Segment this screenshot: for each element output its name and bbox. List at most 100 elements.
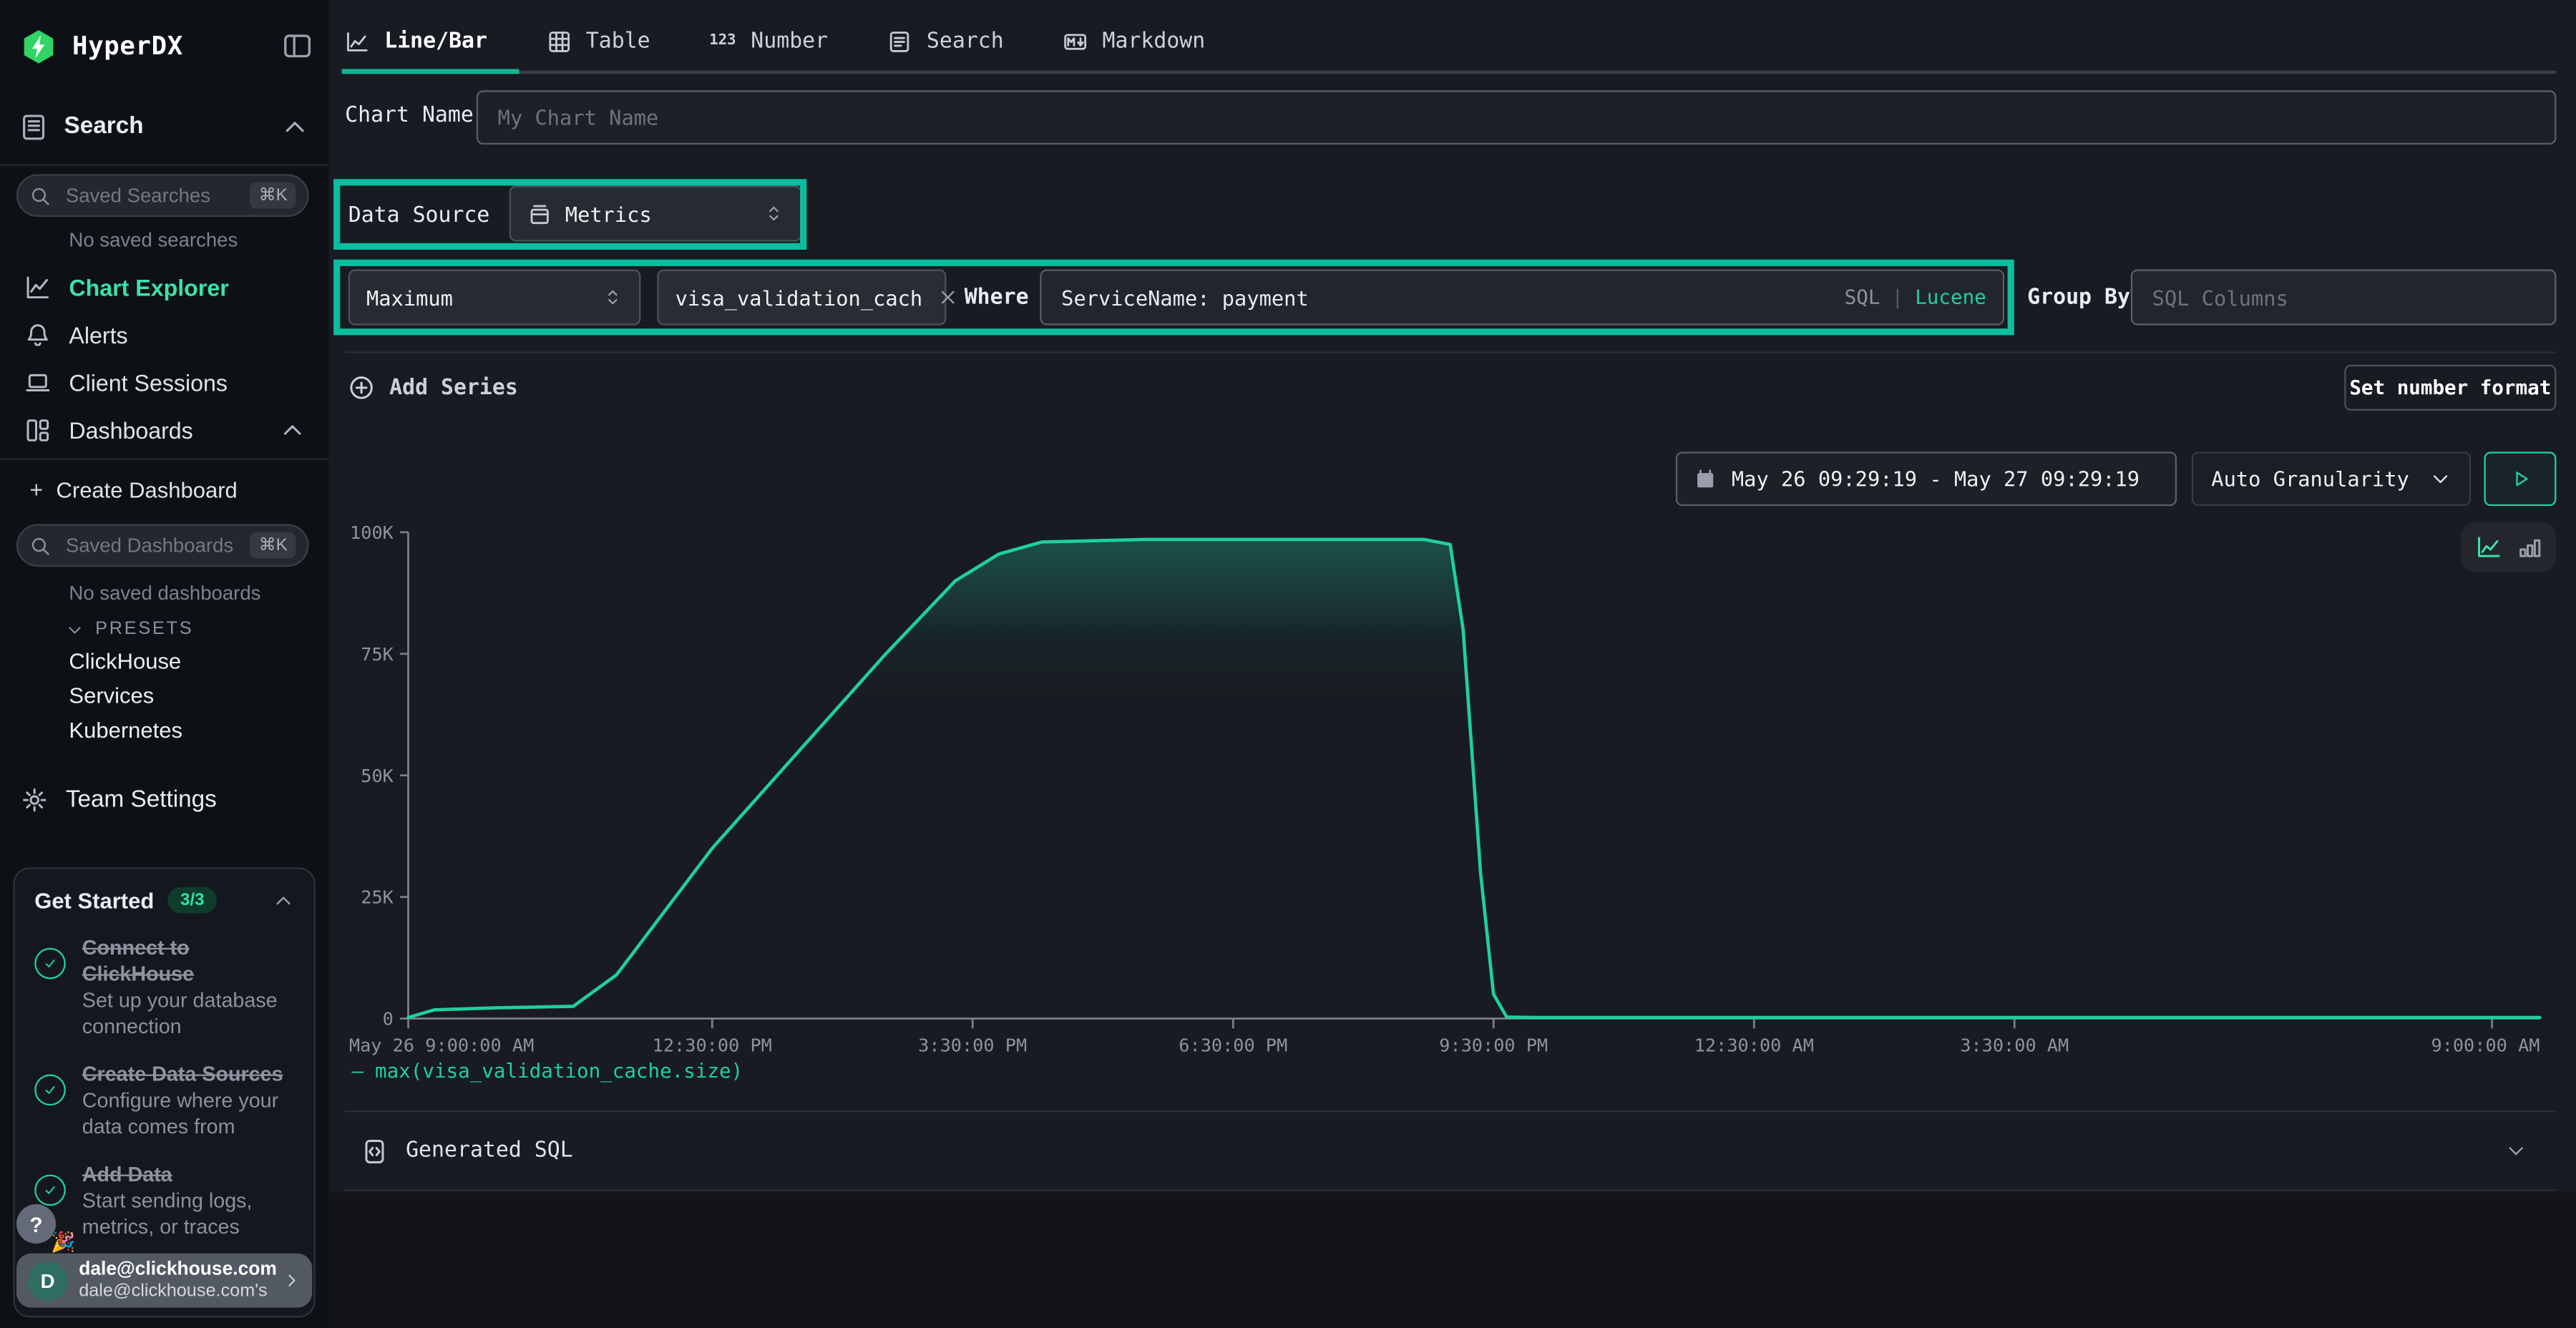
help-button[interactable]: ? — [16, 1204, 56, 1244]
aggregation-select[interactable]: Maximum — [348, 270, 641, 326]
chevron-down-icon — [2505, 1140, 2527, 1161]
divider — [345, 1189, 2556, 1191]
group-by-label: Group By — [2027, 285, 2130, 310]
tab-underline — [345, 71, 2556, 74]
divider — [0, 165, 328, 166]
chevron-up-icon[interactable] — [281, 112, 309, 140]
tab-table[interactable]: Table — [547, 29, 650, 53]
active-tab-indicator — [342, 69, 519, 74]
preset-services[interactable]: Services — [69, 685, 182, 708]
chart-name-field[interactable] — [494, 104, 2538, 132]
group-by-field[interactable] — [2149, 283, 2538, 311]
no-saved-searches-text: No saved searches — [69, 228, 238, 251]
saved-searches-input[interactable]: ⌘K — [16, 174, 309, 217]
chart-legend[interactable]: — max(visa_validation_cache.size) — [351, 1060, 743, 1083]
sidebar-item-dashboards[interactable]: Dashboards — [0, 406, 328, 454]
tab-search[interactable]: Search — [887, 29, 1004, 53]
get-started-item-create-data-sources[interactable]: Create Data SourcesConfigure where your … — [34, 1061, 294, 1140]
hyperdx-logo-icon — [20, 27, 58, 65]
tab-line-bar[interactable]: Line/Bar — [345, 29, 487, 53]
metrics-source-icon — [527, 201, 552, 225]
sidebar-item-alerts[interactable]: Alerts — [0, 311, 328, 358]
search-icon — [887, 29, 912, 53]
where-input[interactable]: SQL | Lucene — [1040, 270, 2004, 326]
sidebar-item-label: Alerts — [69, 321, 127, 348]
presets-header[interactable]: PRESETS — [66, 620, 194, 640]
tab-markdown[interactable]: Markdown — [1063, 29, 1205, 53]
metric-tag[interactable]: visa_validation_cach — [657, 270, 946, 326]
date-range-picker[interactable]: May 26 09:29:19 - May 27 09:29:19 — [1676, 451, 2177, 506]
granularity-value: Auto Granularity — [2211, 467, 2416, 491]
shortcut-badge: ⌘K — [250, 182, 296, 209]
bell-icon — [24, 321, 51, 348]
run-query-button[interactable] — [2484, 451, 2556, 506]
chevron-up-icon[interactable] — [273, 889, 294, 911]
sidebar-nav: Chart Explorer Alerts Client Sessions Dashb… — [0, 263, 328, 453]
data-source-value: Metrics — [565, 201, 751, 225]
where-field[interactable] — [1058, 283, 1845, 311]
timeseries-chart[interactable]: 100K75K50K25K0May 26 9:00:00 AM12:30:00 … — [328, 512, 2562, 1064]
chevron-up-icon[interactable] — [279, 416, 306, 443]
sidebar-section-search[interactable]: Search — [20, 102, 309, 151]
get-started-item-desc: Set up your database connection — [82, 987, 294, 1040]
plus-icon: + — [29, 477, 43, 503]
collapse-sidebar-icon[interactable] — [283, 31, 312, 61]
lucene-mode-button[interactable]: Lucene — [1915, 285, 1986, 308]
saved-dashboards-input[interactable]: ⌘K — [16, 524, 309, 567]
search-icon — [29, 185, 51, 206]
markdown-icon — [1063, 29, 1087, 53]
chevron-right-icon — [283, 1271, 301, 1289]
divider — [345, 351, 2556, 353]
sql-mode-button[interactable]: SQL — [1845, 285, 1880, 308]
legend-swatch: — — [351, 1060, 364, 1083]
granularity-select[interactable]: Auto Granularity — [2192, 451, 2471, 506]
chevron-down-icon — [2430, 468, 2451, 489]
progress-badge: 3/3 — [167, 887, 218, 914]
grid-icon — [24, 416, 51, 443]
chart-name-input[interactable] — [477, 90, 2557, 145]
get-started-header[interactable]: Get Started 3/3 — [34, 887, 294, 914]
main-content: Line/BarTable123NumberSearchMarkdown Cha… — [328, 0, 2576, 1327]
get-started-item-connect-to-clickhouse[interactable]: Connect to ClickHouseSet up your databas… — [34, 934, 294, 1040]
set-number-format-button[interactable]: Set number format — [2344, 365, 2556, 411]
add-series-button[interactable]: Add Series — [348, 374, 518, 401]
get-started-item-title: Create Data Sources — [82, 1061, 294, 1088]
query-language-toggle: SQL | Lucene — [1845, 285, 1986, 308]
saved-searches-field[interactable] — [62, 182, 239, 209]
tab-label: Line/Bar — [384, 29, 487, 53]
sidebar-item-label: Dashboards — [69, 416, 192, 443]
no-saved-dashboards-text: No saved dashboards — [69, 582, 260, 605]
legend-label: max(visa_validation_cache.size) — [375, 1060, 743, 1083]
sidebar-item-chart-explorer[interactable]: Chart Explorer — [0, 263, 328, 311]
group-by-input[interactable] — [2131, 270, 2557, 326]
calendar-icon — [1694, 467, 1717, 490]
code-icon — [361, 1138, 388, 1164]
get-started-panel: Get Started 3/3 Connect to ClickHouseSet… — [13, 867, 315, 1317]
saved-dashboards-field[interactable] — [62, 532, 239, 559]
sidebar-item-client-sessions[interactable]: Client Sessions — [0, 358, 328, 406]
laptop-icon — [24, 368, 51, 395]
get-started-item-add-data[interactable]: Add DataStart sending logs, metrics, or … — [34, 1161, 294, 1240]
data-source-label: Data Source — [348, 204, 490, 228]
user-email: dale@clickhouse.com — [79, 1259, 271, 1281]
y-tick-label: 0 — [383, 1009, 394, 1030]
user-menu[interactable]: D dale@clickhouse.com dale@clickhouse.co… — [16, 1254, 312, 1308]
data-source-select[interactable]: Metrics — [509, 185, 802, 241]
team-settings-button[interactable]: Team Settings — [21, 787, 217, 814]
tab-number[interactable]: 123Number — [709, 29, 828, 53]
generated-sql-label: Generated SQL — [406, 1138, 573, 1163]
x-tick-label: 3:30:00 AM — [1960, 1035, 2069, 1055]
shortcut-badge: ⌘K — [250, 532, 296, 559]
number-123-icon: 123 — [709, 33, 736, 49]
plus-circle-icon — [348, 374, 375, 401]
check-circle-icon — [34, 1175, 66, 1206]
preset-clickhouse[interactable]: ClickHouse — [69, 650, 182, 673]
get-started-item-title: Connect to ClickHouse — [82, 934, 294, 987]
avatar: D — [28, 1261, 67, 1300]
preset-list: ClickHouse Services Kubernetes — [69, 650, 182, 743]
gear-icon — [21, 787, 48, 814]
remove-metric-icon[interactable] — [937, 288, 957, 308]
create-dashboard-button[interactable]: + Create Dashboard — [29, 477, 237, 503]
generated-sql-toggle[interactable]: Generated SQL — [328, 1112, 2556, 1189]
preset-kubernetes[interactable]: Kubernetes — [69, 720, 182, 743]
